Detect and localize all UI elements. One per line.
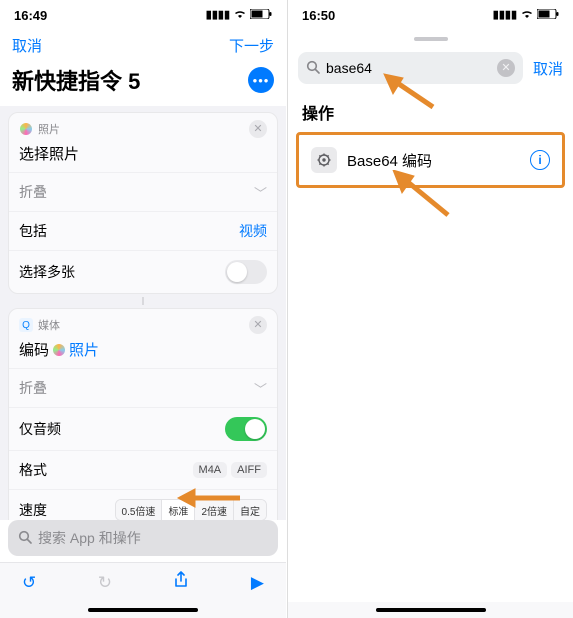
speed-row: 速度 0.5倍速 标准 2倍速 自定 (9, 489, 277, 520)
search-apps-actions[interactable]: 搜索 App 和操作 (8, 520, 278, 556)
speed-option[interactable]: 标准 (161, 500, 194, 520)
action-card-encode-media: Q 媒体 ✕ 编码 照片 折叠 ﹀ 仅音频 格式 M4A (8, 308, 278, 520)
more-button[interactable]: ••• (248, 67, 274, 93)
results-area: 操作 Base64 编码 i (288, 94, 573, 602)
card-action-title: 编码 照片 (9, 337, 277, 368)
card-action-title: 选择照片 (9, 141, 277, 172)
fold-label: 折叠 (19, 182, 47, 202)
info-icon[interactable]: i (530, 150, 550, 170)
annotation-highlight: Base64 编码 i (296, 132, 565, 188)
fold-row[interactable]: 折叠 ﹀ (9, 172, 277, 211)
status-icons: ▮▮▮▮ (206, 9, 272, 22)
select-multiple-label: 选择多张 (19, 262, 75, 282)
section-title: 操作 (288, 94, 573, 132)
speed-option[interactable]: 0.5倍速 (116, 500, 162, 520)
chevron-down-icon: ﹀ (254, 379, 267, 398)
result-base64-encode[interactable]: Base64 编码 i (301, 139, 560, 181)
fold-row[interactable]: 折叠 ﹀ (9, 368, 277, 407)
wifi-icon (233, 9, 247, 22)
cancel-button[interactable]: 取消 (12, 35, 42, 56)
sheet-grabber[interactable] (288, 30, 573, 48)
speed-label: 速度 (19, 500, 47, 520)
status-bar: 16:50 ▮▮▮▮ (288, 0, 573, 30)
format-option[interactable]: AIFF (231, 462, 267, 478)
chevron-down-icon: ﹀ (254, 183, 267, 202)
connector-line (142, 297, 144, 305)
search-input[interactable]: base64 ✕ (298, 52, 523, 84)
home-indicator (288, 602, 573, 618)
nav-bar: 取消 下一步 (0, 30, 286, 60)
run-button[interactable]: ▶ (251, 573, 264, 593)
signal-icon: ▮▮▮▮ (206, 10, 230, 21)
search-icon (18, 530, 32, 547)
action-card-select-photos: 照片 ✕ 选择照片 折叠 ﹀ 包括 视频 选择多张 (8, 112, 278, 294)
card-category-label: 媒体 (38, 317, 60, 333)
card-header: 照片 ✕ (9, 113, 277, 141)
search-row: base64 ✕ 取消 (288, 48, 573, 94)
quicktime-app-icon: Q (19, 318, 33, 332)
undo-button[interactable]: ↺ (22, 573, 36, 593)
toolbar: ↺ ↻ ▶ (0, 562, 286, 602)
clear-icon[interactable]: ✕ (497, 59, 515, 77)
page-title: 新快捷指令 5 (12, 64, 140, 96)
card-category-label: 照片 (38, 121, 60, 137)
format-option[interactable]: M4A (193, 462, 228, 478)
search-query: base64 (326, 60, 491, 76)
search-icon (306, 60, 320, 77)
speed-option[interactable]: 自定 (233, 500, 266, 520)
phone-left-shortcut-editor: 16:49 ▮▮▮▮ 取消 下一步 新快捷指令 5 ••• 照片 ✕ 选择 (0, 0, 286, 618)
close-icon[interactable]: ✕ (249, 316, 267, 334)
include-label: 包括 (19, 221, 47, 241)
audio-only-label: 仅音频 (19, 419, 61, 439)
redo-button[interactable]: ↻ (98, 573, 112, 593)
photos-token[interactable]: 照片 (69, 339, 99, 360)
title-row: 新快捷指令 5 ••• (0, 60, 286, 106)
signal-icon: ▮▮▮▮ (493, 10, 517, 21)
status-bar: 16:49 ▮▮▮▮ (0, 0, 286, 30)
audio-only-toggle[interactable] (225, 417, 267, 441)
home-indicator (0, 602, 286, 618)
wifi-icon (520, 9, 534, 22)
battery-icon (537, 9, 559, 22)
format-label: 格式 (19, 460, 47, 480)
include-row[interactable]: 包括 视频 (9, 211, 277, 250)
photos-app-icon (19, 122, 33, 136)
status-icons: ▮▮▮▮ (493, 9, 559, 22)
format-row[interactable]: 格式 M4A AIFF (9, 450, 277, 489)
select-multiple-toggle[interactable] (225, 260, 267, 284)
select-multiple-row: 选择多张 (9, 250, 277, 293)
status-time: 16:49 (14, 8, 47, 23)
gear-icon (311, 147, 337, 173)
card-header: Q 媒体 ✕ (9, 309, 277, 337)
battery-icon (250, 9, 272, 22)
phone-right-action-search: 16:50 ▮▮▮▮ base64 ✕ 取消 操作 (287, 0, 573, 618)
speed-segmented-control[interactable]: 0.5倍速 标准 2倍速 自定 (115, 499, 267, 520)
include-value[interactable]: 视频 (239, 221, 267, 241)
cancel-button[interactable]: 取消 (533, 58, 563, 79)
encode-prefix: 编码 (19, 339, 49, 360)
search-placeholder: 搜索 App 和操作 (38, 528, 141, 548)
status-time: 16:50 (302, 8, 335, 23)
workflow-area: 照片 ✕ 选择照片 折叠 ﹀ 包括 视频 选择多张 Q 媒体 (0, 106, 286, 520)
share-button[interactable] (173, 571, 189, 594)
fold-label: 折叠 (19, 378, 47, 398)
photos-token-icon (53, 344, 65, 356)
format-pills[interactable]: M4A AIFF (193, 462, 267, 478)
next-button[interactable]: 下一步 (229, 35, 274, 56)
close-icon[interactable]: ✕ (249, 120, 267, 138)
audio-only-row: 仅音频 (9, 407, 277, 450)
result-label: Base64 编码 (347, 150, 520, 171)
speed-option[interactable]: 2倍速 (194, 500, 233, 520)
